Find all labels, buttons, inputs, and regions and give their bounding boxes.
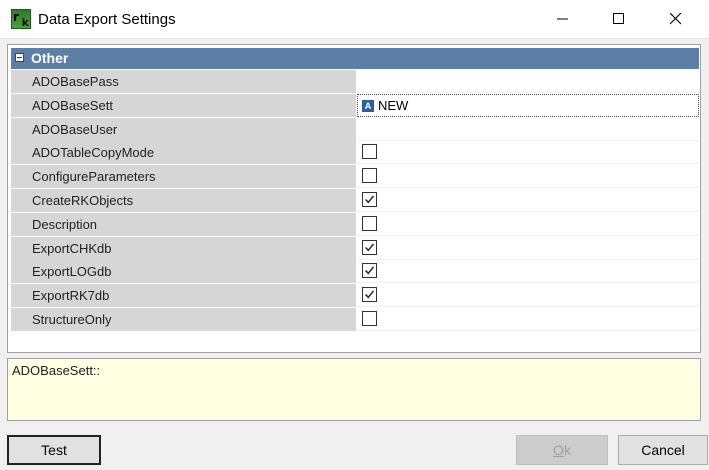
property-value[interactable] xyxy=(357,236,699,260)
property-rows: ADOBasePass ADOBaseSett A NEW ADOBaseUser ADO… xyxy=(11,70,699,332)
property-name[interactable]: ExportRK7db xyxy=(11,284,356,308)
close-button[interactable] xyxy=(653,0,699,38)
checkbox-unchecked[interactable] xyxy=(362,310,377,326)
checkbox-checked[interactable] xyxy=(362,191,377,207)
property-name[interactable]: ExportCHKdb xyxy=(11,236,356,260)
property-name[interactable]: ADOBasePass xyxy=(11,70,356,93)
property-value[interactable] xyxy=(357,307,699,331)
minimize-icon xyxy=(557,18,568,20)
property-name[interactable]: ADOTableCopyMode xyxy=(11,141,356,165)
property-row[interactable]: ADOBasePass xyxy=(11,70,699,93)
property-row[interactable]: ADOBaseSett A NEW xyxy=(11,93,699,117)
property-name[interactable]: ADOBaseSett xyxy=(11,93,356,117)
category-header-other[interactable]: Other xyxy=(11,48,699,69)
property-value[interactable] xyxy=(357,117,699,141)
description-text: ADOBaseSett:: xyxy=(12,363,101,378)
checkbox-unchecked[interactable] xyxy=(362,168,377,184)
property-name[interactable]: ADOBaseUser xyxy=(11,117,356,141)
category-label: Other xyxy=(31,50,69,66)
property-value[interactable] xyxy=(357,70,699,93)
property-row[interactable]: StructureOnly xyxy=(11,307,699,331)
test-button[interactable]: Test xyxy=(7,435,101,465)
property-name[interactable]: ConfigureParameters xyxy=(11,165,356,189)
window-title: Data Export Settings xyxy=(38,11,176,28)
checkbox-checked[interactable] xyxy=(362,239,377,255)
ok-label-rest: k xyxy=(563,442,571,458)
rk-app-icon: r k xyxy=(11,9,31,29)
title-bar: r k Data Export Settings xyxy=(0,0,709,39)
property-row[interactable]: ExportLOGdb xyxy=(11,260,699,284)
property-row[interactable]: Description xyxy=(11,212,699,236)
property-row[interactable]: ADOTableCopyMode xyxy=(11,141,699,165)
property-row[interactable]: CreateRKObjects xyxy=(11,188,699,212)
checkbox-unchecked[interactable] xyxy=(362,215,377,231)
minimize-button[interactable] xyxy=(540,0,586,38)
property-value[interactable] xyxy=(357,188,699,212)
ado-letter-icon: A xyxy=(362,99,374,112)
property-value[interactable] xyxy=(357,284,699,308)
ok-button[interactable]: Ok xyxy=(516,435,608,465)
maximize-button[interactable] xyxy=(596,0,642,38)
property-row[interactable]: ExportCHKdb xyxy=(11,236,699,260)
ok-accel-char: O xyxy=(553,442,564,458)
property-value[interactable] xyxy=(357,141,699,165)
property-value[interactable] xyxy=(357,165,699,189)
property-name[interactable]: ExportLOGdb xyxy=(11,260,356,284)
property-name[interactable]: StructureOnly xyxy=(11,307,356,331)
maximize-icon xyxy=(613,13,624,24)
cancel-button[interactable]: Cancel xyxy=(618,435,708,465)
collapse-icon[interactable] xyxy=(15,53,24,62)
property-value-text: NEW xyxy=(378,97,409,113)
description-panel: ADOBaseSett:: xyxy=(7,358,701,421)
close-icon xyxy=(670,13,682,25)
app-icon-letter-r: r xyxy=(13,10,19,24)
property-value[interactable] xyxy=(357,260,699,284)
property-value[interactable] xyxy=(357,212,699,236)
checkbox-unchecked[interactable] xyxy=(362,144,377,160)
app-icon-letter-k: k xyxy=(21,16,29,29)
property-row[interactable]: ExportRK7db xyxy=(11,284,699,308)
property-name[interactable]: Description xyxy=(11,212,356,236)
checkbox-checked[interactable] xyxy=(362,287,377,303)
property-row[interactable]: ADOBaseUser xyxy=(11,117,699,141)
property-row[interactable]: ConfigureParameters xyxy=(11,165,699,189)
checkbox-checked[interactable] xyxy=(362,263,377,279)
property-name[interactable]: CreateRKObjects xyxy=(11,188,356,212)
property-grid: Other ADOBasePass ADOBaseSett A NEW ADOBaseU… xyxy=(7,44,701,353)
property-value[interactable]: A NEW xyxy=(357,93,699,117)
